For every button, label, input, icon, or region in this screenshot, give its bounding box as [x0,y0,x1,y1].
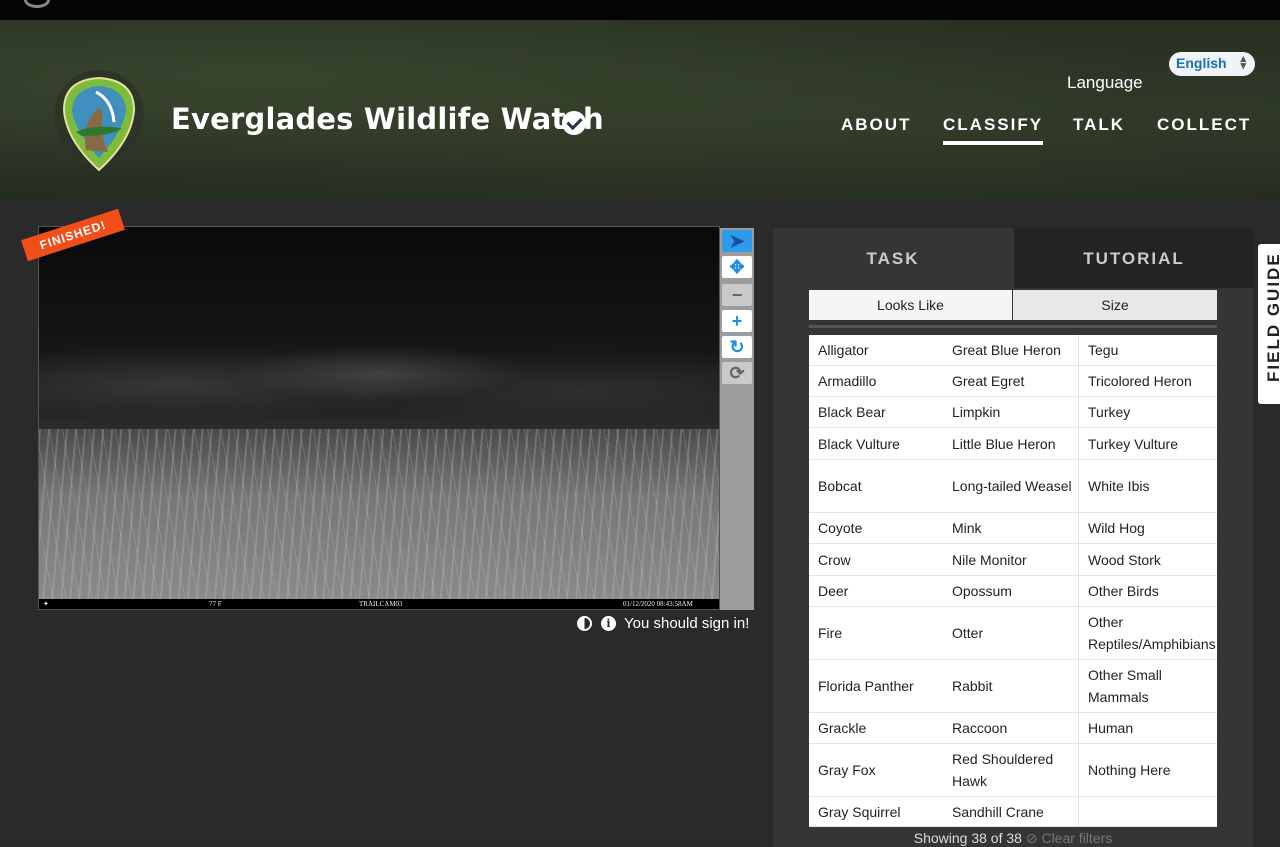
species-choice[interactable]: White Ibis [1079,460,1217,513]
move-tool-icon[interactable]: ✥ [722,256,752,278]
language-select[interactable]: English ▴ ▾ [1169,52,1255,76]
species-choice[interactable]: Florida Panther [809,660,943,713]
zooniverse-logo-icon[interactable] [24,0,50,8]
species-choice[interactable]: Coyote [809,513,943,544]
divider [809,325,1217,328]
tab-task[interactable]: TASK [773,228,1013,288]
camera-name: TRAILCAM03 [359,600,403,608]
species-choice[interactable]: Red Shouldered Hawk [943,744,1079,797]
species-choice[interactable]: Turkey Vulture [1079,428,1217,460]
species-choice[interactable]: Mink [943,513,1079,544]
species-choice[interactable]: Limpkin [943,397,1079,428]
camera-timestamp: 01/12/2020 08:43:58AM [623,600,693,608]
language-select-value: English [1176,55,1227,71]
species-choice[interactable]: Raccoon [943,713,1079,744]
sign-in-message: You should sign in! [624,615,750,632]
filter-size-button[interactable]: Size [1013,290,1217,320]
zoom-out-icon[interactable]: − [722,284,752,306]
clear-filters-label: Clear filters [1041,830,1113,846]
species-choice[interactable]: Sandhill Crane [943,797,1079,827]
nav-about[interactable]: ABOUT [841,115,911,135]
species-choice[interactable]: Black Vulture [809,428,943,460]
nav-collect[interactable]: COLLECT [1157,115,1251,135]
species-choice[interactable]: Turkey [1079,397,1217,428]
camera-temperature: 77 F [209,600,222,608]
species-choice[interactable]: Fire [809,607,943,660]
metadata-info-icon[interactable]: i [601,616,616,631]
image-trees [39,307,719,417]
project-header: Everglades Wildlife Watch Language Engli… [0,20,1280,200]
species-choice[interactable]: Tricolored Heron [1079,366,1217,397]
nav-talk[interactable]: TALK [1073,115,1125,135]
species-choice[interactable]: Long-tailed Weasel [943,460,1079,513]
species-choice[interactable]: Great Blue Heron [943,335,1079,366]
species-choice[interactable]: Little Blue Heron [943,428,1079,460]
species-choice[interactable]: Otter [943,607,1079,660]
image-grass [39,429,719,599]
clear-filters-button[interactable]: ⊘ Clear filters [1026,830,1112,846]
reset-icon[interactable]: ⟳ [722,362,752,384]
species-choice[interactable]: Rabbit [943,660,1079,713]
language-label: Language [1067,73,1143,92]
filter-looks-like-button[interactable]: Looks Like [809,290,1012,320]
species-choice[interactable]: Gray Squirrel [809,797,943,827]
task-panel: TASK TUTORIAL Looks Like Size Alligator G… [773,228,1254,847]
species-choice[interactable]: Other Birds [1079,576,1217,607]
species-choice[interactable]: Nothing Here [1079,744,1217,797]
species-choice[interactable]: Deer [809,576,943,607]
rotate-icon[interactable]: ↻ [722,336,752,358]
species-choice[interactable]: Crow [809,544,943,576]
species-choice[interactable]: Armadillo [809,366,943,397]
select-arrows-icon: ▴ ▾ [1240,53,1246,72]
field-guide-label: FIELD GUIDE [1264,252,1280,382]
zoom-in-icon[interactable]: + [722,310,752,332]
species-choice[interactable]: Bobcat [809,460,943,513]
species-choice[interactable]: Alligator [809,335,943,366]
species-choice[interactable]: Grackle [809,713,943,744]
species-choice[interactable]: Other Small Mammals [1079,660,1217,713]
invert-colors-icon[interactable] [577,616,592,631]
subject-image[interactable]: ✦ 77 F TRAILCAM03 01/12/2020 08:43:58AM [38,226,720,610]
camera-info-strip: ✦ 77 F TRAILCAM03 01/12/2020 08:43:58AM [39,599,719,609]
species-choice[interactable]: Wood Stork [1079,544,1217,576]
species-choice[interactable]: Wild Hog [1079,513,1217,544]
species-choice[interactable] [1079,797,1217,827]
top-bar [0,0,1280,20]
species-choice[interactable]: Opossum [943,576,1079,607]
species-choice-grid: Alligator Great Blue Heron Tegu Armadillo Gr… [809,335,1217,827]
showing-text: Showing 38 of 38 [913,830,1022,846]
species-choice[interactable]: Other Reptiles/Amphibians [1079,607,1217,660]
field-guide-tab[interactable]: FIELD GUIDE [1258,244,1280,404]
project-title[interactable]: Everglades Wildlife Watch [171,102,604,136]
showing-count: Showing 38 of 38 ⊘ Clear filters [773,830,1253,847]
image-toolbar: ➤ ✥ − + ↻ ⟳ [720,228,754,610]
species-choice[interactable]: Gray Fox [809,744,943,797]
camera-brand-icon: ✦ [43,600,49,608]
verified-badge-icon [562,111,586,135]
tab-tutorial[interactable]: TUTORIAL [1014,228,1254,288]
nav-classify[interactable]: CLASSIFY [943,115,1044,145]
species-choice[interactable]: Great Egret [943,366,1079,397]
species-choice[interactable]: Nile Monitor [943,544,1079,576]
species-choice[interactable]: Human [1079,713,1217,744]
project-logo-icon[interactable] [52,70,146,172]
pointer-tool-icon[interactable]: ➤ [722,230,752,252]
species-choice[interactable]: Tegu [1079,335,1217,366]
species-choice[interactable]: Black Bear [809,397,943,428]
